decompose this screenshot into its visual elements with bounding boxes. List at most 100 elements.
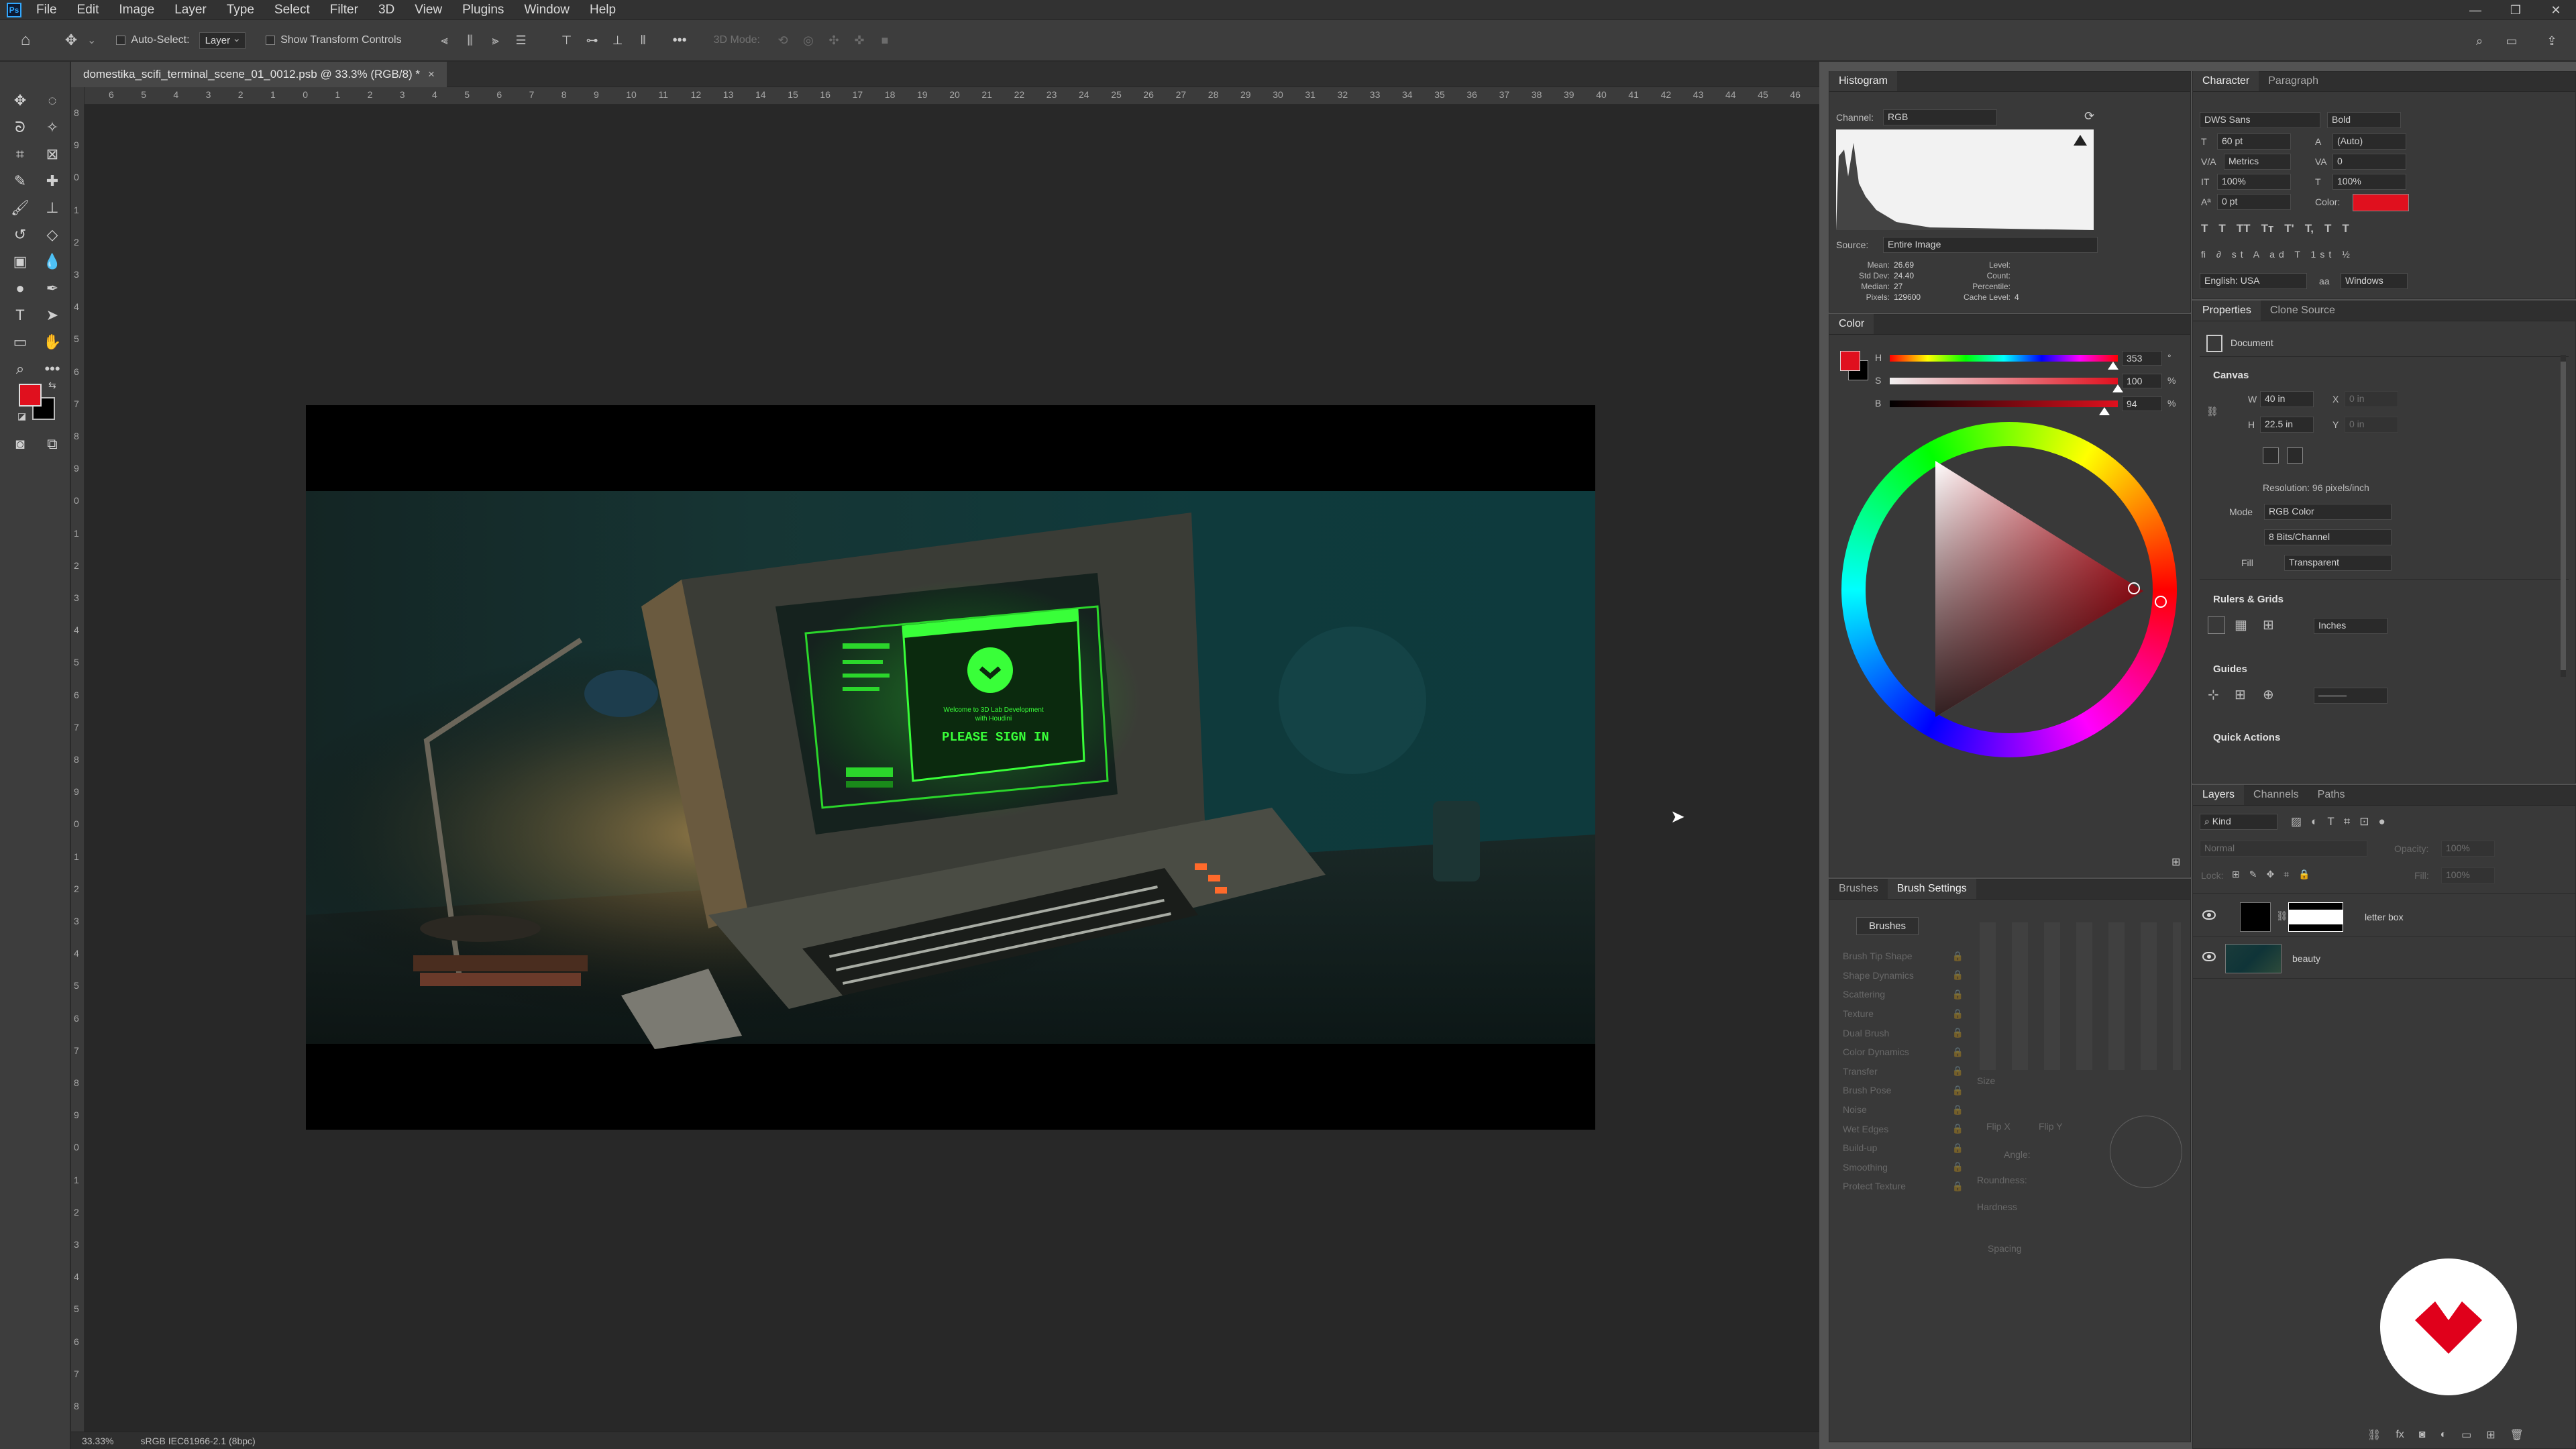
brush-option[interactable]: Brush Pose 🔒 <box>1843 1081 1964 1100</box>
ruler-toggle-icon[interactable] <box>2208 616 2225 634</box>
restore-icon[interactable]: ❐ <box>2496 0 2536 20</box>
brush-tool-icon[interactable]: 🖌 <box>7 195 34 221</box>
lock-icon[interactable]: 🔒 <box>1952 989 1964 1000</box>
new-swatch-icon[interactable]: ⊞ <box>2171 855 2180 869</box>
text-style-button[interactable]: T <box>2201 222 2208 235</box>
leading-field[interactable]: (Auto) <box>2332 133 2406 150</box>
3d-pan-icon[interactable]: ✣ <box>824 31 843 50</box>
zoom-tool-icon[interactable]: ⌕ <box>7 356 34 382</box>
portrait-icon[interactable] <box>2263 447 2279 464</box>
brush-option[interactable]: Transfer 🔒 <box>1843 1062 1964 1081</box>
canvas-y-field[interactable]: 0 in <box>2345 417 2398 433</box>
tab-properties[interactable]: Properties <box>2193 301 2261 321</box>
guide-lock-icon[interactable]: ⊞ <box>2235 686 2246 703</box>
hand-tool-icon[interactable]: ✋ <box>39 329 66 356</box>
text-style-button[interactable]: TT <box>2237 222 2251 235</box>
align-right-icon[interactable]: ⫸ <box>486 31 505 50</box>
source-dropdown[interactable]: Entire Image <box>1883 237 2098 253</box>
rulers-grids-section-header[interactable]: Rulers & Grids <box>2213 594 2284 605</box>
brush-option[interactable]: Scattering 🔒 <box>1843 985 1964 1004</box>
brush-option[interactable]: Protect Texture 🔒 <box>1843 1177 1964 1196</box>
saturation-slider[interactable] <box>1890 378 2118 384</box>
menu-edit[interactable]: Edit <box>77 3 99 17</box>
brush-option[interactable]: Smoothing 🔒 <box>1843 1158 1964 1177</box>
font-family-dropdown[interactable]: DWS Sans <box>2200 112 2320 128</box>
vertical-scale-field[interactable]: 100% <box>2217 174 2291 190</box>
menu-3d[interactable]: 3D <box>378 3 394 17</box>
screen-mode-icon[interactable]: ⧉ <box>39 431 66 458</box>
tab-clone-source[interactable]: Clone Source <box>2261 305 2345 321</box>
more-options-button[interactable]: ••• <box>673 33 687 48</box>
canvas-area[interactable]: Welcome to 3D Lab Development with Houdi… <box>85 105 1819 1432</box>
brushes-button[interactable]: Brushes <box>1856 917 1919 935</box>
layer-name[interactable]: beauty <box>2292 953 2320 964</box>
lock-icon[interactable]: 🔒 <box>1952 1104 1964 1116</box>
group-icon[interactable]: ▭ <box>2461 1428 2471 1442</box>
lock-icon[interactable]: 🔒 <box>1952 1027 1964 1038</box>
menu-image[interactable]: Image <box>119 3 154 17</box>
horizontal-scale-field[interactable]: 100% <box>2332 174 2406 190</box>
brush-option[interactable]: Brush Tip Shape 🔒 <box>1843 947 1964 966</box>
menu-plugins[interactable]: Plugins <box>462 3 504 17</box>
font-size-field[interactable]: 60 pt <box>2217 133 2291 150</box>
color-triangle[interactable] <box>1841 422 2177 757</box>
channel-dropdown[interactable]: RGB <box>1883 109 1997 125</box>
canvas-height-field[interactable]: 22.5 in <box>2260 417 2314 433</box>
search-icon[interactable]: ⌕ <box>2470 32 2489 50</box>
swap-colors-icon[interactable]: ⇆ <box>48 380 56 391</box>
photoshop-logo-icon[interactable]: Ps <box>7 2 21 17</box>
document-canvas[interactable]: Welcome to 3D Lab Development with Houdi… <box>306 405 1595 1130</box>
pen-tool-icon[interactable]: ✒ <box>39 275 66 302</box>
show-transform-checkbox[interactable] <box>266 36 276 45</box>
auto-select-dropdown[interactable]: Layer <box>199 32 246 49</box>
hue-slider[interactable] <box>1890 355 2118 362</box>
menu-filter[interactable]: Filter <box>330 3 358 17</box>
layer-row-beauty[interactable]: beauty <box>2193 938 2575 979</box>
share-icon[interactable]: ⇪ <box>2542 32 2561 50</box>
tab-histogram[interactable]: Histogram <box>1829 71 1897 91</box>
saturation-value[interactable]: 100 <box>2122 374 2162 388</box>
text-style-button[interactable]: T' <box>2284 222 2294 235</box>
flip-y-label[interactable]: Flip Y <box>2039 1121 2063 1132</box>
layer-mask-link-icon[interactable]: ⛓ <box>2276 910 2288 922</box>
minimize-icon[interactable]: — <box>2455 0 2496 20</box>
layer-filter-icons[interactable]: ▨◐T⌗⊡● <box>2291 815 2395 828</box>
kerning-field[interactable]: Metrics <box>2224 154 2291 170</box>
brightness-slider[interactable] <box>1890 400 2118 407</box>
brush-option[interactable]: Wet Edges 🔒 <box>1843 1119 1964 1138</box>
horizontal-ruler[interactable]: 6 5 4 3 2 1 0 1 2 3 4 5 6 7 8 9 10 11 12 13 14 15 16 17 18 19 20 21… <box>85 87 1819 105</box>
type-tool-icon[interactable]: T <box>7 302 34 329</box>
canvas-x-field[interactable]: 0 in <box>2345 391 2398 407</box>
align-top-icon[interactable]: ⊤ <box>557 31 576 50</box>
lasso-tool-icon[interactable]: ᘐ <box>7 114 34 141</box>
lock-icon[interactable]: 🔒 <box>1952 1046 1964 1058</box>
3d-roll-icon[interactable]: ◎ <box>799 31 818 50</box>
tab-paths[interactable]: Paths <box>2308 789 2355 805</box>
document-tab[interactable]: domestika_scifi_terminal_scene_01_0012.p… <box>71 62 447 87</box>
lock-icon[interactable]: 🔒 <box>1952 1065 1964 1077</box>
brightness-slider-handle[interactable] <box>2098 407 2110 415</box>
dodge-tool-icon[interactable]: ● <box>7 275 34 302</box>
edit-toolbar-icon[interactable]: ••• <box>39 356 66 382</box>
brightness-value[interactable]: 94 <box>2122 396 2162 411</box>
hue-slider-handle[interactable] <box>2108 362 2119 370</box>
tab-brushes[interactable]: Brushes <box>1829 883 1888 899</box>
layer-name[interactable]: letter box <box>2365 912 2404 922</box>
brush-option[interactable]: Noise 🔒 <box>1843 1100 1964 1120</box>
lock-icon[interactable]: 🔒 <box>1952 1161 1964 1173</box>
lock-icon[interactable]: 🔒 <box>1952 969 1964 981</box>
frame-tool-icon[interactable]: ⊠ <box>39 141 66 168</box>
visibility-eye-icon[interactable] <box>2202 910 2216 920</box>
3d-orbit-icon[interactable]: ⟲ <box>773 31 792 50</box>
color-profile[interactable]: sRGB IEC61966-2.1 (8bpc) <box>140 1436 255 1446</box>
layer-filter-dropdown[interactable]: ⌕ Kind <box>2200 814 2277 830</box>
fill-field[interactable]: 100% <box>2441 867 2495 883</box>
new-layer-icon[interactable]: ⊞ <box>2486 1428 2495 1442</box>
crop-tool-icon[interactable]: ⌗ <box>7 141 34 168</box>
align-center-h-icon[interactable]: ⫼ <box>461 31 480 50</box>
menu-window[interactable]: Window <box>524 3 570 17</box>
brush-option[interactable]: Build-up 🔒 <box>1843 1138 1964 1158</box>
trash-icon[interactable]: 🗑 <box>2510 1428 2524 1442</box>
close-icon[interactable]: ✕ <box>2536 0 2576 20</box>
text-style-button[interactable]: T, <box>2305 222 2314 235</box>
